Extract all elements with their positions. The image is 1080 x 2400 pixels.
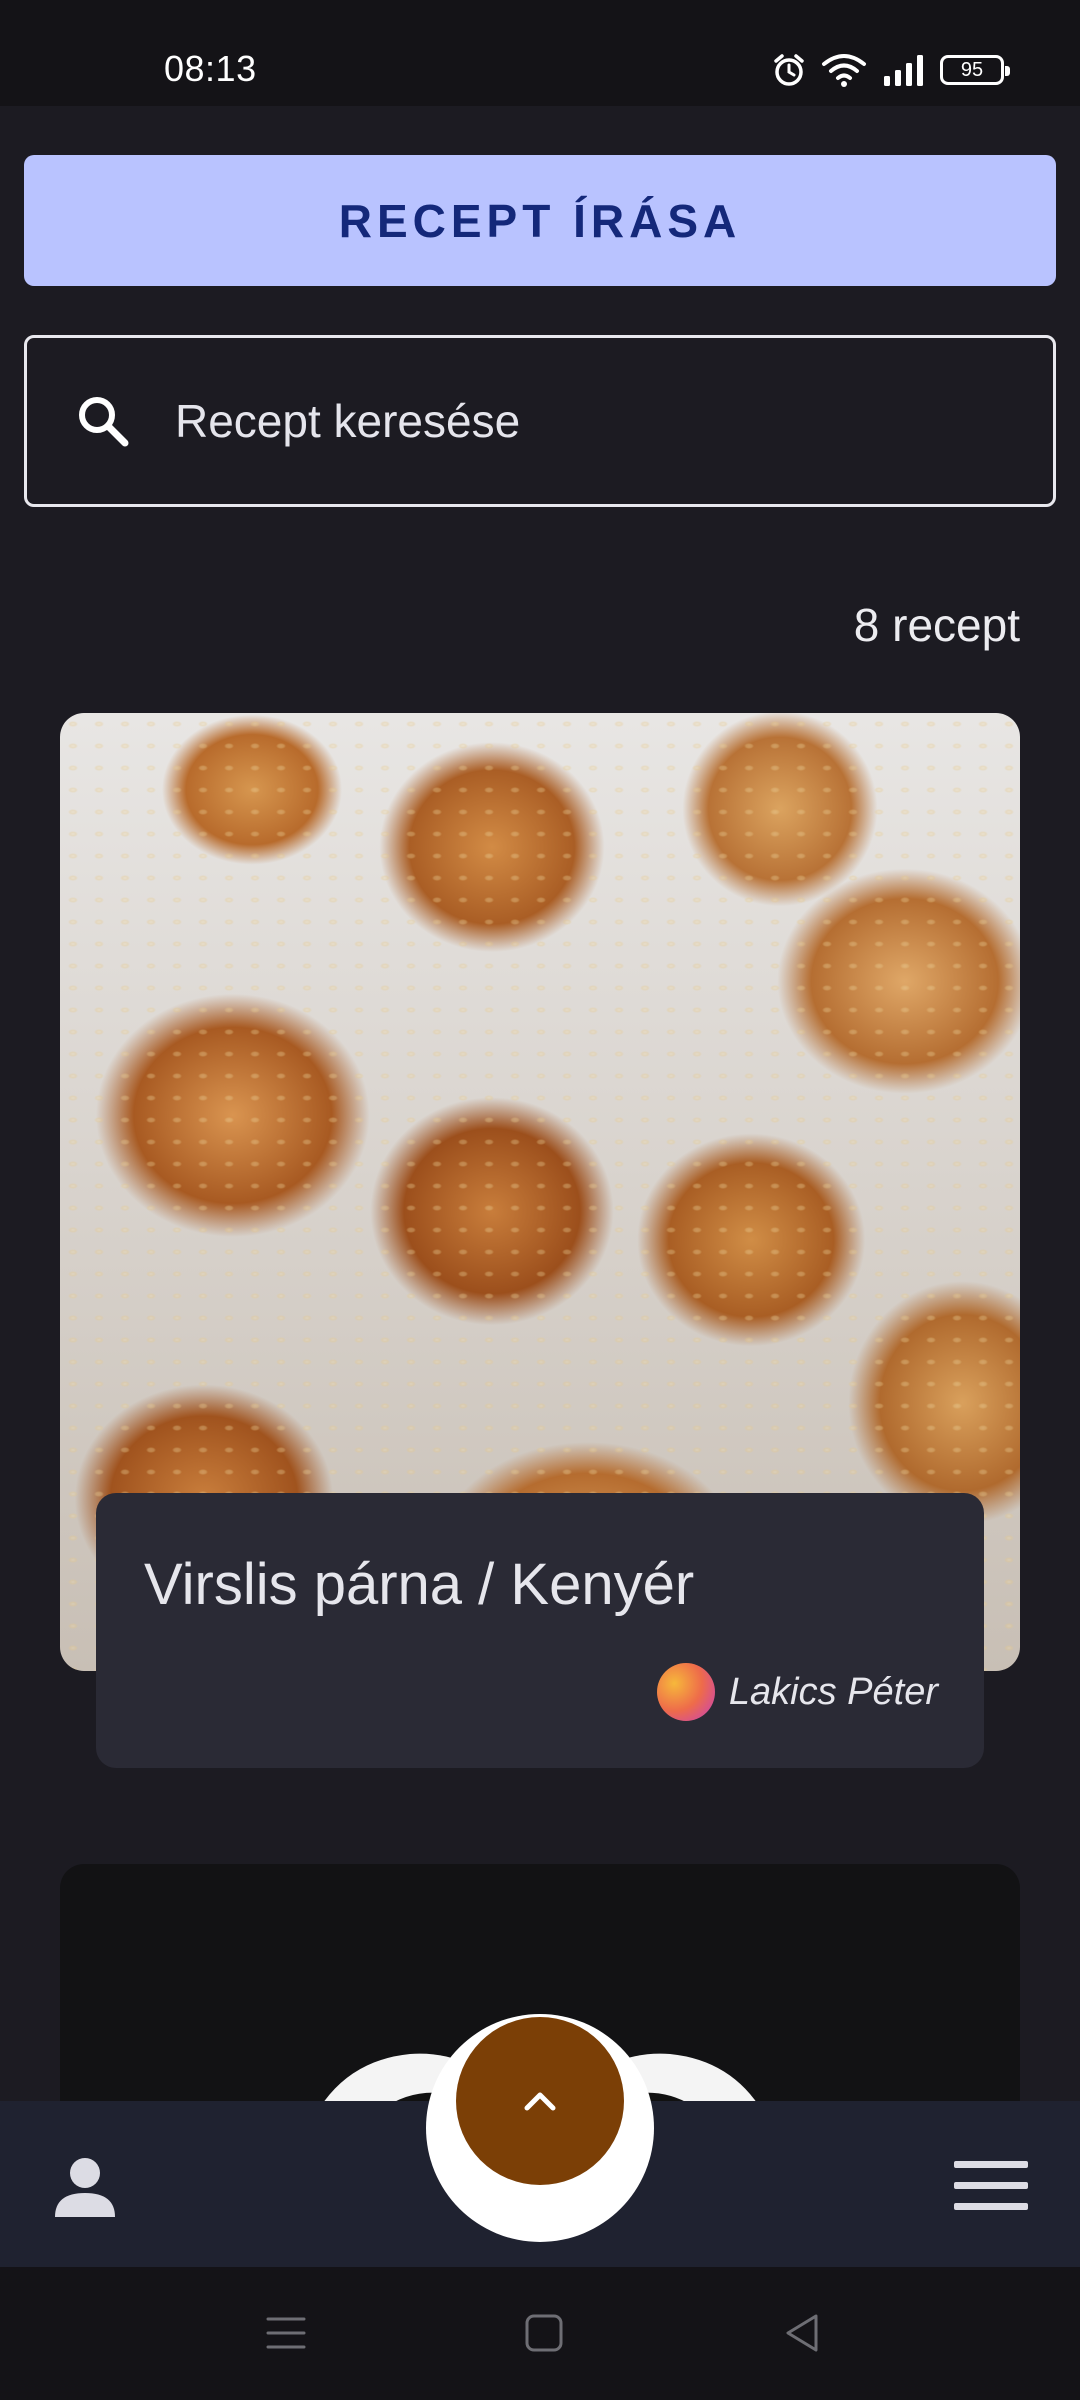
author-name: Lakics Péter <box>728 1670 938 1713</box>
author-avatar <box>656 1663 715 1721</box>
signal-icon <box>884 55 923 86</box>
chevron-up-icon <box>524 2092 556 2111</box>
home-icon[interactable] <box>522 2311 566 2355</box>
scroll-to-top-button[interactable] <box>456 2017 624 2185</box>
battery-icon: 95 <box>940 55 1010 85</box>
search-icon <box>79 397 129 447</box>
write-recipe-label: RECEPT ÍRÁSA <box>338 194 742 247</box>
system-navigation-bar <box>0 2267 1080 2400</box>
search-input[interactable] <box>175 338 1035 504</box>
recipe-author[interactable]: Lakics Péter <box>656 1663 938 1721</box>
status-bar: 08:13 95 <box>0 0 1080 106</box>
recent-apps-icon[interactable] <box>264 2311 308 2355</box>
menu-icon[interactable] <box>954 2159 1028 2213</box>
back-icon[interactable] <box>780 2311 824 2355</box>
profile-icon[interactable] <box>50 2151 120 2221</box>
alarm-icon <box>774 54 804 86</box>
battery-level: 95 <box>960 58 984 81</box>
recipe-title: Virslis párna / Kenyér <box>144 1552 695 1617</box>
recipe-card-info[interactable]: Virslis párna / Kenyér Lakics Péter <box>96 1493 984 1768</box>
recipe-list-screen: 08:13 95 RECEPT ÍRÁSA Recept keresése 8 … <box>0 0 1080 2400</box>
status-icons: 95 <box>772 52 1010 88</box>
status-time: 08:13 <box>164 48 257 89</box>
write-recipe-button[interactable]: RECEPT ÍRÁSA <box>24 155 1056 286</box>
wifi-icon <box>822 54 866 87</box>
search-box[interactable] <box>24 335 1056 507</box>
recipe-count: 8 recept <box>853 599 1020 651</box>
